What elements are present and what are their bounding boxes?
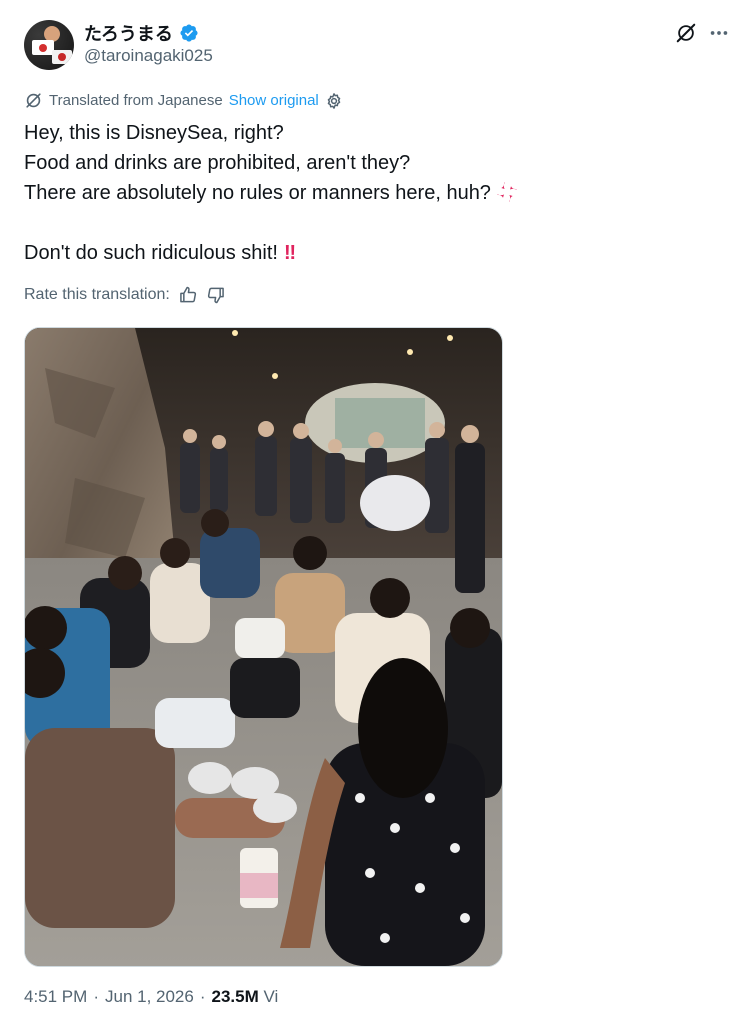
settings-gear-icon[interactable]	[325, 92, 343, 110]
thumbs-up-icon[interactable]	[178, 285, 198, 305]
tweet-line: Don't do such ridiculous shit!	[24, 242, 278, 264]
avatar[interactable]	[24, 20, 74, 70]
show-original-link[interactable]: Show original	[229, 92, 319, 109]
author-handle[interactable]: @taroinagaki025	[84, 46, 213, 66]
tweet-text: Hey, this is DisneySea, right? Food and …	[24, 118, 704, 268]
rate-translation-row: Rate this translation:	[24, 285, 226, 305]
display-name[interactable]: たろうまる	[84, 20, 173, 46]
tweet-time[interactable]: 4:51 PM	[24, 987, 87, 1006]
translation-row: Translated from Japanese Show original	[24, 91, 343, 110]
crowd-photo-image	[25, 328, 502, 966]
tweet-detail: たろうまる @taroinagaki025 Translated from Ja…	[0, 0, 738, 1020]
grok-translate-icon	[26, 93, 41, 108]
thumbs-down-icon[interactable]	[206, 285, 226, 305]
rate-translation-label: Rate this translation:	[24, 286, 170, 303]
more-icon[interactable]	[708, 22, 730, 44]
tweet-line: Food and drinks are prohibited, aren't t…	[24, 152, 411, 174]
verified-badge-icon	[180, 24, 198, 42]
views-label: Vi	[263, 987, 279, 1006]
author-name-row[interactable]: たろうまる	[84, 20, 199, 46]
grok-icon[interactable]	[675, 22, 697, 44]
double-exclamation-icon: ‼	[283, 242, 296, 264]
tweet-photo[interactable]	[24, 327, 503, 967]
tweet-line: Hey, this is DisneySea, right?	[24, 122, 284, 144]
tweet-line: There are absolutely no rules or manners…	[24, 182, 491, 204]
tweet-date[interactable]: Jun 1, 2026	[105, 987, 194, 1006]
tweet-line-with-emoji: Don't do such ridiculous shit! ‼	[24, 238, 704, 268]
tweet-meta: 4:51 PM · Jun 1, 2026 · 23.5M Vi	[24, 987, 279, 1006]
tweet-line-with-emoji: There are absolutely no rules or manners…	[24, 178, 704, 208]
translation-label: Translated from Japanese	[49, 92, 223, 109]
views-count: 23.5M	[211, 987, 259, 1006]
anger-symbol-icon	[497, 182, 517, 202]
